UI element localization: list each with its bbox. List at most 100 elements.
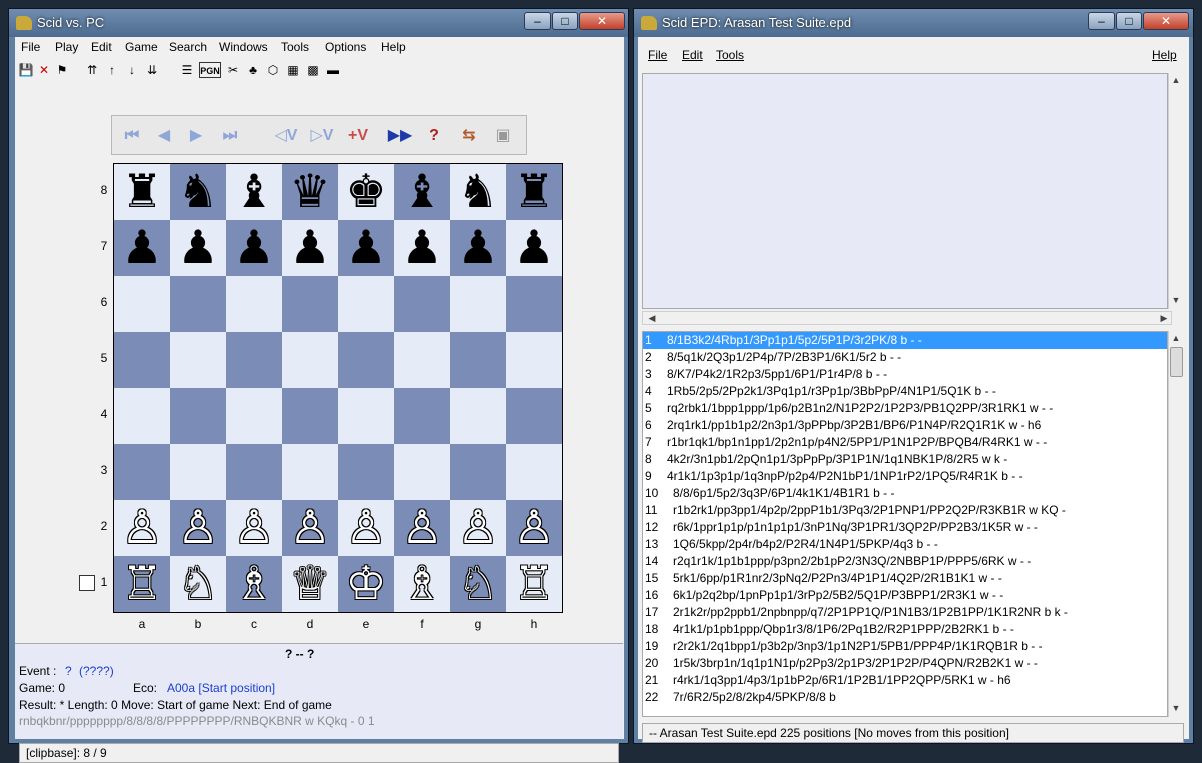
save-icon[interactable]: 💾 <box>18 62 34 78</box>
chess-piece-icon[interactable]: ♟ <box>457 220 498 274</box>
tree-icon[interactable]: ♣ <box>245 62 261 78</box>
tools-icon[interactable]: ✂ <box>225 62 241 78</box>
goto-start-icon[interactable]: ⏮ <box>118 124 146 148</box>
board-square[interactable] <box>170 276 226 332</box>
board-square[interactable] <box>506 332 562 388</box>
enter-variation-icon[interactable]: ▷V <box>308 124 336 148</box>
minimize-button[interactable]: – <box>524 12 551 30</box>
board-square[interactable] <box>394 332 450 388</box>
menu-play[interactable]: Play <box>55 40 78 54</box>
chess-piece-icon[interactable]: ♙ <box>121 500 162 554</box>
list-item[interactable]: 8 4k2r/3n1pb1/2pQn1p1/3pPpPp/3P1P1N/1q1NB… <box>643 451 1167 468</box>
prev-game-icon[interactable]: ↑ <box>104 62 120 78</box>
book-icon[interactable]: ⬡ <box>265 62 281 78</box>
chess-piece-icon[interactable]: ♟ <box>121 220 162 274</box>
menu-search[interactable]: Search <box>169 40 207 54</box>
board-square[interactable] <box>226 332 282 388</box>
goto-end-icon[interactable]: ⏭ <box>216 124 244 148</box>
list-vscroll[interactable]: ▲ ▼ <box>1168 331 1184 717</box>
menu-tools[interactable]: Tools <box>716 48 744 62</box>
board-square[interactable]: ♘ <box>170 556 226 612</box>
back-icon[interactable]: ◀ <box>152 124 176 148</box>
exit-variation-icon[interactable]: ◁V <box>272 124 300 148</box>
board-square[interactable]: ♖ <box>114 556 170 612</box>
board-square[interactable] <box>394 388 450 444</box>
crosstable-icon[interactable]: ▦ <box>285 62 301 78</box>
menu-tools[interactable]: Tools <box>281 40 309 54</box>
close-icon[interactable]: ✕ <box>36 62 52 78</box>
chess-piece-icon[interactable]: ♟ <box>345 220 386 274</box>
chess-board[interactable]: ♜ ♞ ♝ ♛ ♚ ♝ ♞ ♜ ♟ ♟ ♟ ♟ ♟ ♟ ♟ ♟ ♙ ♙ ♙ ♙ ♙ ♙ ♙ ♙ ♖ ♘ ♗ ♕ ♔ ♗ ♘ ♖ <box>113 163 563 613</box>
menu-edit[interactable]: Edit <box>682 48 703 62</box>
board-square[interactable] <box>282 444 338 500</box>
board-square[interactable] <box>338 388 394 444</box>
list-item[interactable]: 1 8/1B3k2/4Rbp1/3Pp1p1/5p2/5P1P/3r2PK/8 b… <box>643 332 1167 349</box>
position-list[interactable]: 1 8/1B3k2/4Rbp1/3Pp1p1/5p2/5P1P/3r2PK/8 b… <box>642 331 1168 717</box>
board-square[interactable] <box>338 276 394 332</box>
menu-game[interactable]: Game <box>125 40 158 54</box>
list-item[interactable]: 12 r6k/1ppr1p1p/p1n1p1p1/3nP1Nq/3P1PR1/3Q… <box>643 519 1167 536</box>
chess-piece-icon[interactable]: ♙ <box>457 500 498 554</box>
list-item[interactable]: 17 2r1k2r/pp2ppb1/2npbnpp/q7/2P1PP1Q/P1N1… <box>643 604 1167 621</box>
autoplay-icon[interactable]: ▶▶ <box>386 124 414 148</box>
board-square[interactable]: ♟ <box>450 220 506 276</box>
chess-piece-icon[interactable]: ♘ <box>457 556 498 610</box>
board-square[interactable]: ♟ <box>506 220 562 276</box>
train-icon[interactable]: ▬ <box>325 62 341 78</box>
board-square[interactable]: ♘ <box>450 556 506 612</box>
board-square[interactable]: ♙ <box>170 500 226 556</box>
board-square[interactable] <box>282 276 338 332</box>
main-titlebar[interactable]: Scid vs. PC – □ ✕ <box>9 9 628 37</box>
list-item[interactable]: 6 2rq1rk1/pp1b1p2/2n3p1/3pPPbp/3P2B1/BP6/… <box>643 417 1167 434</box>
list-item[interactable]: 4 1Rb5/2p5/2Pp2k1/3Pq1p1/r3Pp1p/3BbPpP/4N… <box>643 383 1167 400</box>
chess-piece-icon[interactable]: ♔ <box>345 556 386 610</box>
board-square[interactable] <box>394 276 450 332</box>
comment-icon[interactable]: ? <box>422 124 446 148</box>
board-square[interactable]: ♗ <box>226 556 282 612</box>
chess-piece-icon[interactable]: ♞ <box>457 164 498 218</box>
chess-piece-icon[interactable]: ♟ <box>513 220 554 274</box>
list-item[interactable]: 21 r4rk1/1q3pp1/4p3/1p1bP2p/6R1/1P2B1/1PP… <box>643 672 1167 689</box>
board-square[interactable]: ♜ <box>114 164 170 220</box>
maximize-button[interactable]: □ <box>552 12 578 30</box>
board-square[interactable]: ♟ <box>394 220 450 276</box>
chess-piece-icon[interactable]: ♙ <box>345 500 386 554</box>
board-square[interactable]: ♙ <box>450 500 506 556</box>
menu-file[interactable]: File <box>21 40 40 54</box>
board-square[interactable] <box>338 444 394 500</box>
side-to-move-checkbox[interactable] <box>79 575 95 591</box>
board-square[interactable]: ♙ <box>114 500 170 556</box>
chess-piece-icon[interactable]: ♝ <box>401 164 442 218</box>
bookmark-icon[interactable]: ⚑ <box>54 62 70 78</box>
list-item[interactable]: 2 8/5q1k/2Q3p1/2P4p/7P/2B3P1/6K1/5r2 b - … <box>643 349 1167 366</box>
event-value-link[interactable]: ? <box>65 664 72 678</box>
menu-edit[interactable]: Edit <box>91 40 112 54</box>
forward-icon[interactable]: ▶ <box>184 124 208 148</box>
list-item[interactable]: 3 8/K7/P4k2/1R2p3/5pp1/6P1/P1r4P/8 b - - <box>643 366 1167 383</box>
board-square[interactable] <box>170 332 226 388</box>
search-board-icon[interactable]: ▩ <box>305 62 321 78</box>
board-square[interactable] <box>450 388 506 444</box>
board-square[interactable]: ♕ <box>282 556 338 612</box>
board-square[interactable]: ♟ <box>114 220 170 276</box>
board-square[interactable]: ♟ <box>338 220 394 276</box>
coords-icon[interactable]: ▣ <box>490 124 516 148</box>
list-item[interactable]: 11 r1b2rk1/pp3pp1/4p2p/2ppP1b1/3Pq3/2P1PN… <box>643 502 1167 519</box>
chess-piece-icon[interactable]: ♖ <box>513 556 554 610</box>
flip-board-icon[interactable]: ⇆ <box>456 124 482 148</box>
chess-piece-icon[interactable]: ♟ <box>289 220 330 274</box>
board-square[interactable] <box>114 444 170 500</box>
board-square[interactable] <box>114 276 170 332</box>
next-game-icon[interactable]: ↓ <box>124 62 140 78</box>
close-button[interactable]: ✕ <box>579 12 625 30</box>
board-square[interactable] <box>282 332 338 388</box>
board-square[interactable] <box>450 276 506 332</box>
board-square[interactable]: ♚ <box>338 164 394 220</box>
board-square[interactable] <box>114 388 170 444</box>
scroll-up-icon[interactable]: ▲ <box>1169 333 1183 343</box>
board-square[interactable]: ♛ <box>282 164 338 220</box>
chess-piece-icon[interactable]: ♗ <box>233 556 274 610</box>
board-square[interactable]: ♗ <box>394 556 450 612</box>
list-item[interactable]: 22 7r/6R2/5p2/8/2kp4/5PKP/8/8 b <box>643 689 1167 706</box>
menu-windows[interactable]: Windows <box>219 40 268 54</box>
